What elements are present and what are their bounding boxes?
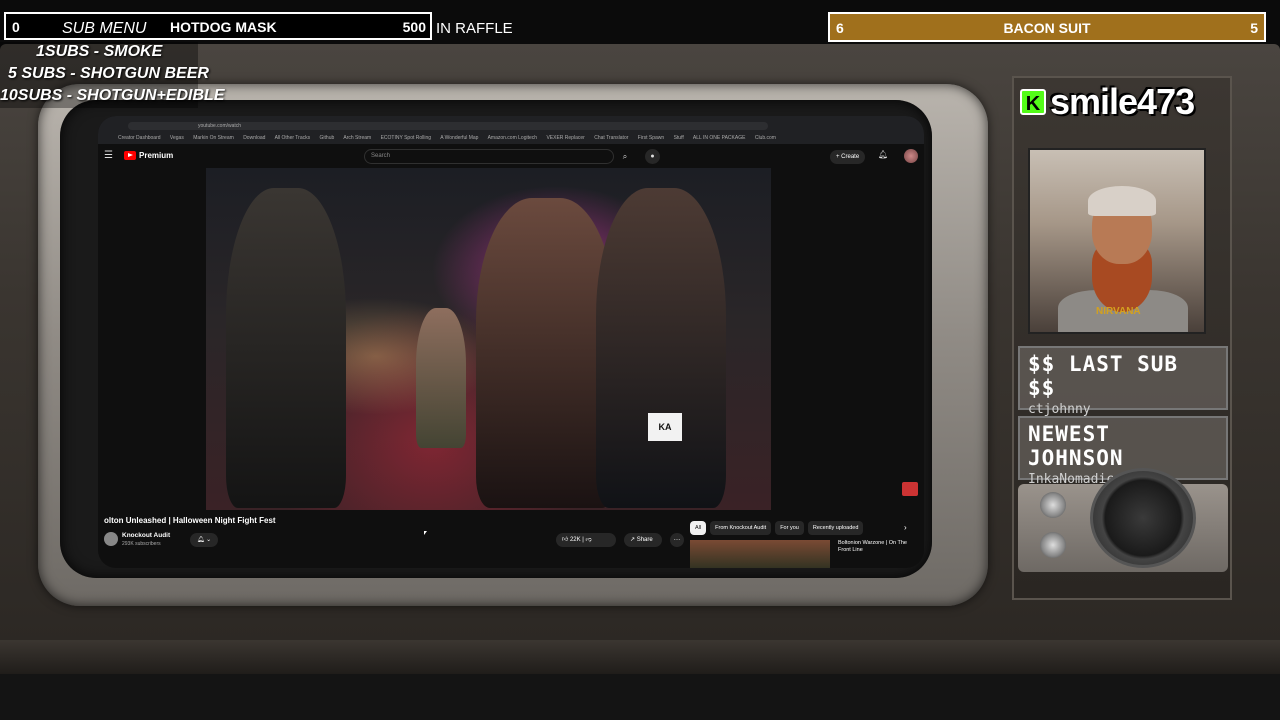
- share-label: Share: [636, 537, 653, 543]
- tv-cabinet-base: [0, 640, 1280, 674]
- create-button[interactable]: + Create: [830, 150, 866, 164]
- search-input[interactable]: Search: [364, 149, 614, 164]
- sub-goal-count: 0: [12, 19, 20, 35]
- recommended-title[interactable]: Boltonion Warzone | On The Front Line: [838, 540, 918, 554]
- bookmark[interactable]: Club.com: [755, 135, 776, 141]
- bookmark[interactable]: Markin On Stream: [193, 135, 234, 141]
- youtube-logo-text: Premium: [139, 151, 174, 160]
- bookmark[interactable]: Stuff: [674, 135, 684, 141]
- floor: [0, 674, 1280, 720]
- bookmark[interactable]: Amazon.com Logitech: [488, 135, 537, 141]
- channel-row: Knockout Audit 293K subscribers 🔔︎ ⌄ 👍︎ …: [104, 530, 684, 554]
- bookmark[interactable]: Arch Stream: [343, 135, 371, 141]
- tv-small-knob: [1040, 492, 1066, 518]
- last-sub-heading: $$ LAST SUB $$: [1028, 352, 1179, 400]
- chip-for-you[interactable]: For you: [775, 521, 804, 535]
- bookmark[interactable]: ECOTINY Spot Rolling: [381, 135, 431, 141]
- filter-chips: All From Knockout Audit For you Recently…: [690, 521, 864, 535]
- like-button[interactable]: 👍︎ 22K | 👎︎: [556, 533, 616, 547]
- video-player[interactable]: [206, 168, 771, 510]
- notification-bell-icon[interactable]: 🔔︎: [878, 150, 888, 159]
- bookmark[interactable]: Chat Translator: [594, 135, 628, 141]
- chip-all[interactable]: All: [690, 521, 707, 535]
- chevron-right-icon[interactable]: ›: [904, 521, 907, 535]
- bookmark[interactable]: Creator Dashboard: [118, 135, 161, 141]
- notification-toggle-button[interactable]: 🔔︎ ⌄: [190, 533, 218, 547]
- share-button[interactable]: ↗ Share: [624, 533, 662, 547]
- bookmark[interactable]: ALL IN ONE PACKAGE: [693, 135, 746, 141]
- sub-menu-label: SUB MENU: [62, 20, 147, 37]
- last-sub-name: ctjohnny: [1028, 402, 1091, 417]
- kick-logo-icon: K: [1020, 89, 1046, 115]
- subscribe-watermark-icon[interactable]: [902, 482, 918, 496]
- mouse-cursor: [424, 531, 427, 535]
- hamburger-menu-icon[interactable]: ☰: [104, 150, 113, 161]
- bookmark[interactable]: VEXER Replacer: [546, 135, 584, 141]
- bookmark[interactable]: A Wonderful Map: [440, 135, 478, 141]
- bookmark[interactable]: Github: [320, 135, 335, 141]
- newest-follower-heading: NEWEST JOHNSON: [1028, 422, 1124, 470]
- youtube-logo[interactable]: Premium: [124, 151, 173, 160]
- sub-goal-bar: 0 SUB MENU HOTDOG MASK 500: [4, 12, 432, 40]
- streamer-brand: K smile473: [1020, 80, 1230, 124]
- goal-bar-title: BACON SUIT: [1003, 20, 1091, 36]
- browser-bar: youtube.com/watch Creator Dashboard Vega…: [98, 116, 924, 144]
- sub-goal-target: 500: [402, 19, 426, 35]
- bookmarks-bar: Creator Dashboard Vegas Markin On Stream…: [118, 134, 898, 142]
- streamer-name: smile473: [1050, 81, 1195, 122]
- channel-watermark: KA: [648, 413, 682, 441]
- bookmark[interactable]: First Spawn: [638, 135, 664, 141]
- more-options-icon[interactable]: …: [670, 533, 684, 547]
- tv-screen: youtube.com/watch Creator Dashboard Vega…: [98, 116, 924, 568]
- channel-avatar[interactable]: [104, 532, 118, 546]
- video-title: olton Unleashed | Halloween Night Fight …: [104, 516, 276, 525]
- sub-menu-item: 5 SUBS - SHOTGUN BEER: [8, 65, 209, 82]
- tv-small-knob: [1040, 532, 1066, 558]
- last-sub-box: $$ LAST SUB $$ ctjohnny: [1018, 346, 1228, 417]
- youtube-play-icon: [124, 151, 136, 160]
- channel-name[interactable]: Knockout Audit: [122, 532, 170, 539]
- video-figure: [416, 308, 466, 448]
- video-figure: [476, 198, 616, 508]
- bookmark[interactable]: All Other Tracks: [275, 135, 311, 141]
- bookmark[interactable]: Vegas: [170, 135, 184, 141]
- account-avatar[interactable]: [904, 149, 918, 163]
- goal-bar-right: 5: [1250, 20, 1258, 36]
- chip-recently-uploaded[interactable]: Recently uploaded: [807, 521, 864, 535]
- video-figure: [596, 188, 726, 508]
- address-bar[interactable]: youtube.com/watch: [128, 122, 768, 130]
- raffle-text: IN RAFFLE: [436, 20, 513, 37]
- webcam-cap: [1088, 186, 1156, 216]
- webcam-feed: NIRVANA: [1028, 148, 1206, 334]
- chip-from-channel[interactable]: From Knockout Audit: [710, 521, 772, 535]
- sub-menu-item: 10SUBS - SHOTGUN+EDIBLE: [0, 87, 225, 104]
- channel-subscribers: 293K subscribers: [122, 541, 161, 547]
- youtube-header: ☰ Premium Search ⌕ ● + Create 🔔︎: [98, 146, 924, 168]
- search-icon[interactable]: ⌕: [616, 149, 634, 164]
- like-count: 22K: [569, 537, 581, 543]
- bookmark[interactable]: Download: [243, 135, 265, 141]
- video-figure: [226, 188, 346, 508]
- goal-bar: 6 BACON SUIT 5: [828, 12, 1266, 42]
- microphone-icon[interactable]: ●: [645, 149, 660, 164]
- sub-goal-item: HOTDOG MASK: [170, 19, 277, 35]
- recommended-thumbnail[interactable]: [690, 540, 830, 568]
- sub-menu-item: 1SUBS - SMOKE: [36, 43, 163, 60]
- webcam-shirt-text: NIRVANA: [1096, 306, 1141, 317]
- tv-channel-knob: [1090, 468, 1196, 568]
